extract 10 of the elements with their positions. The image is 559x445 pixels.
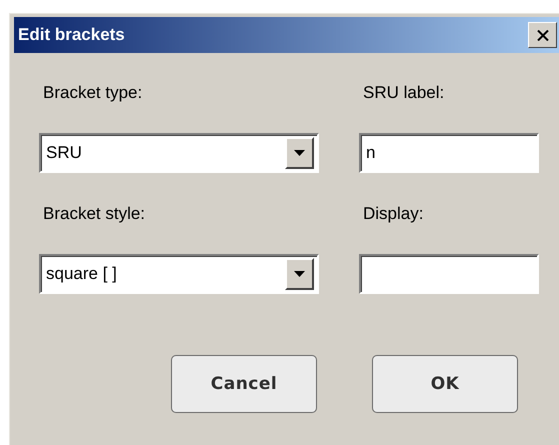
dropdown[interactable]: SRU [39,133,319,173]
window-title: Edit brackets [18,25,126,45]
field-label: Bracket type: [42,83,144,102]
input-field[interactable]: n [359,133,539,173]
field-label: Bracket style: [42,204,146,223]
cancel-button[interactable]: Cancel [171,355,317,413]
ok-button[interactable]: OK [372,355,518,413]
field-label: Display: [362,204,424,223]
field-label: SRU label: [362,83,446,102]
dropdown[interactable]: square [ ] [39,254,319,294]
